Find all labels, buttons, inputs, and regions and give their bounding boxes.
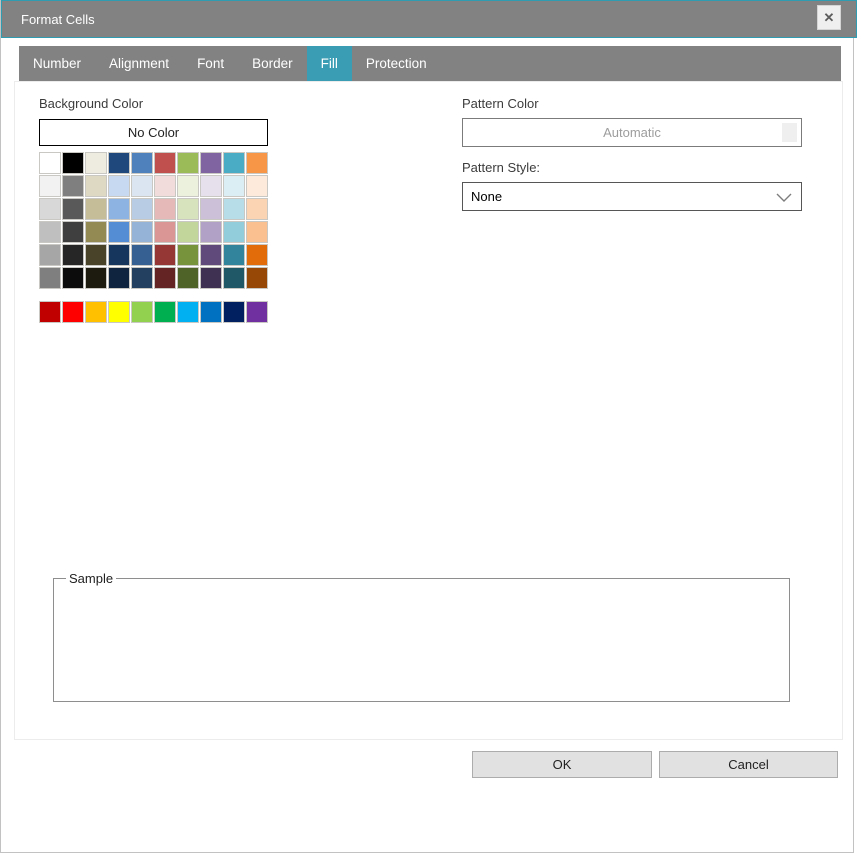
color-swatch[interactable] [223,198,245,220]
pattern-style-label: Pattern Style: [462,160,541,175]
pattern-color-automatic-button[interactable]: Automatic [462,118,802,147]
color-swatch[interactable] [200,198,222,220]
color-swatch[interactable] [108,152,130,174]
pattern-style-value: None [471,189,503,204]
pattern-color-label: Pattern Color [462,96,539,111]
color-swatch[interactable] [85,221,107,243]
color-swatch[interactable] [85,244,107,266]
close-button[interactable]: ✕ [817,5,841,30]
color-swatch[interactable] [246,175,268,197]
format-cells-dialog: Format Cells ✕ Number Alignment Font Bor… [0,0,857,853]
color-swatch[interactable] [131,244,153,266]
theme-color-grid [39,152,269,289]
color-swatch[interactable] [246,267,268,289]
color-swatch[interactable] [246,198,268,220]
color-swatch[interactable] [154,198,176,220]
color-swatch[interactable] [154,221,176,243]
color-swatch[interactable] [62,244,84,266]
color-swatch[interactable] [177,267,199,289]
color-swatch[interactable] [39,152,61,174]
color-swatch[interactable] [200,244,222,266]
color-swatch[interactable] [108,198,130,220]
color-swatch[interactable] [223,175,245,197]
color-swatch[interactable] [223,301,245,323]
color-swatch[interactable] [85,301,107,323]
cancel-button[interactable]: Cancel [659,751,838,778]
color-swatch[interactable] [200,175,222,197]
chevron-down-icon [776,193,792,202]
color-swatch[interactable] [154,175,176,197]
color-swatch[interactable] [246,152,268,174]
color-swatch[interactable] [200,267,222,289]
color-swatch[interactable] [246,301,268,323]
window-title: Format Cells [21,11,95,27]
color-swatch[interactable] [39,198,61,220]
tab-font[interactable]: Font [183,46,238,81]
color-swatch[interactable] [223,244,245,266]
color-swatch[interactable] [39,244,61,266]
tab-number[interactable]: Number [19,46,95,81]
color-swatch[interactable] [131,152,153,174]
color-swatch[interactable] [62,198,84,220]
ok-button[interactable]: OK [472,751,652,778]
color-swatch[interactable] [62,152,84,174]
color-swatch[interactable] [39,267,61,289]
color-swatch[interactable] [39,175,61,197]
color-swatch[interactable] [177,175,199,197]
background-color-label: Background Color [39,96,144,111]
pattern-color-swatch [782,123,797,142]
color-swatch[interactable] [108,267,130,289]
pattern-style-dropdown[interactable]: None [462,182,802,211]
color-swatch[interactable] [177,152,199,174]
color-swatch[interactable] [223,152,245,174]
color-swatch[interactable] [85,175,107,197]
color-swatch[interactable] [131,175,153,197]
background-color-palette [39,152,269,323]
color-swatch[interactable] [154,152,176,174]
color-swatch[interactable] [131,301,153,323]
color-swatch[interactable] [223,267,245,289]
close-icon: ✕ [823,9,835,25]
sample-label: Sample [66,571,117,586]
color-swatch[interactable] [154,267,176,289]
sample-groupbox: Sample [53,571,790,702]
tab-strip: Number Alignment Font Border Fill Protec… [19,46,841,81]
color-swatch[interactable] [154,301,176,323]
color-swatch[interactable] [200,221,222,243]
color-swatch[interactable] [177,301,199,323]
color-swatch[interactable] [108,175,130,197]
color-swatch[interactable] [62,301,84,323]
color-swatch[interactable] [108,221,130,243]
tab-fill[interactable]: Fill [306,46,352,81]
color-swatch[interactable] [62,175,84,197]
tab-border[interactable]: Border [238,46,307,81]
color-swatch[interactable] [108,301,130,323]
color-swatch[interactable] [85,267,107,289]
color-swatch[interactable] [131,267,153,289]
color-swatch[interactable] [131,221,153,243]
no-color-button[interactable]: No Color [39,119,268,146]
color-swatch[interactable] [154,244,176,266]
color-swatch[interactable] [200,301,222,323]
color-swatch[interactable] [108,244,130,266]
color-swatch[interactable] [177,198,199,220]
color-swatch[interactable] [246,244,268,266]
color-swatch[interactable] [85,152,107,174]
color-swatch[interactable] [177,244,199,266]
tab-protection[interactable]: Protection [352,46,441,81]
color-swatch[interactable] [131,198,153,220]
color-swatch[interactable] [246,221,268,243]
color-swatch[interactable] [39,221,61,243]
tab-alignment[interactable]: Alignment [95,46,183,81]
color-swatch[interactable] [39,301,61,323]
color-swatch[interactable] [62,221,84,243]
color-swatch[interactable] [85,198,107,220]
color-swatch[interactable] [200,152,222,174]
color-swatch[interactable] [62,267,84,289]
standard-color-grid [39,301,269,323]
color-swatch[interactable] [177,221,199,243]
titlebar[interactable]: Format Cells [1,0,857,38]
color-swatch[interactable] [223,221,245,243]
